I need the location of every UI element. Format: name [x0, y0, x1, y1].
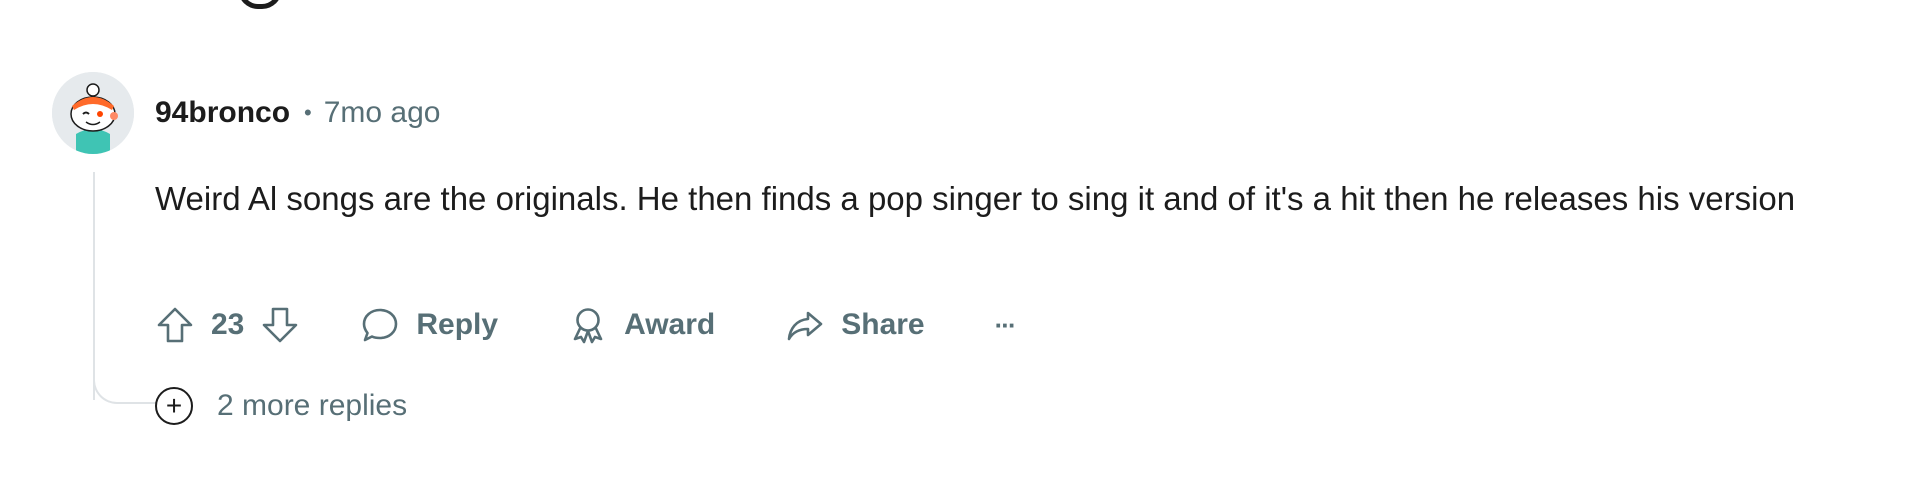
award-button[interactable]: Award: [568, 305, 715, 345]
reply-button[interactable]: Reply: [360, 305, 498, 345]
meta-separator: •: [304, 100, 312, 125]
thread-branch: [93, 366, 163, 404]
timestamp[interactable]: 7mo ago: [324, 96, 441, 130]
share-arrow-icon: [785, 305, 825, 345]
comment-body: Weird Al songs are the originals. He the…: [155, 180, 1796, 217]
snoo-avatar-icon: [52, 72, 134, 154]
more-replies-label[interactable]: 2 more replies: [217, 389, 407, 423]
award-label: Award: [624, 308, 716, 341]
comment-actions: 23 Reply Award Share ···: [155, 300, 1017, 350]
plus-circle-icon[interactable]: +: [155, 387, 193, 425]
comment-meta: 94bronco • 7mo ago: [155, 96, 440, 130]
previous-comment-fragment: [238, 0, 282, 9]
upvote-icon[interactable]: [155, 305, 195, 345]
username-link[interactable]: 94bronco: [155, 96, 290, 130]
award-ribbon-icon: [568, 305, 608, 345]
share-button[interactable]: Share: [785, 305, 925, 345]
downvote-icon[interactable]: [260, 305, 300, 345]
speech-bubble-icon: [360, 305, 400, 345]
share-label: Share: [841, 308, 925, 341]
ellipsis-icon: ···: [994, 309, 1017, 340]
reply-label: Reply: [416, 308, 499, 341]
more-options-button[interactable]: ···: [994, 309, 1017, 341]
avatar[interactable]: [52, 72, 134, 154]
vote-score: 23: [211, 308, 245, 341]
more-replies-button[interactable]: + 2 more replies: [155, 384, 407, 428]
